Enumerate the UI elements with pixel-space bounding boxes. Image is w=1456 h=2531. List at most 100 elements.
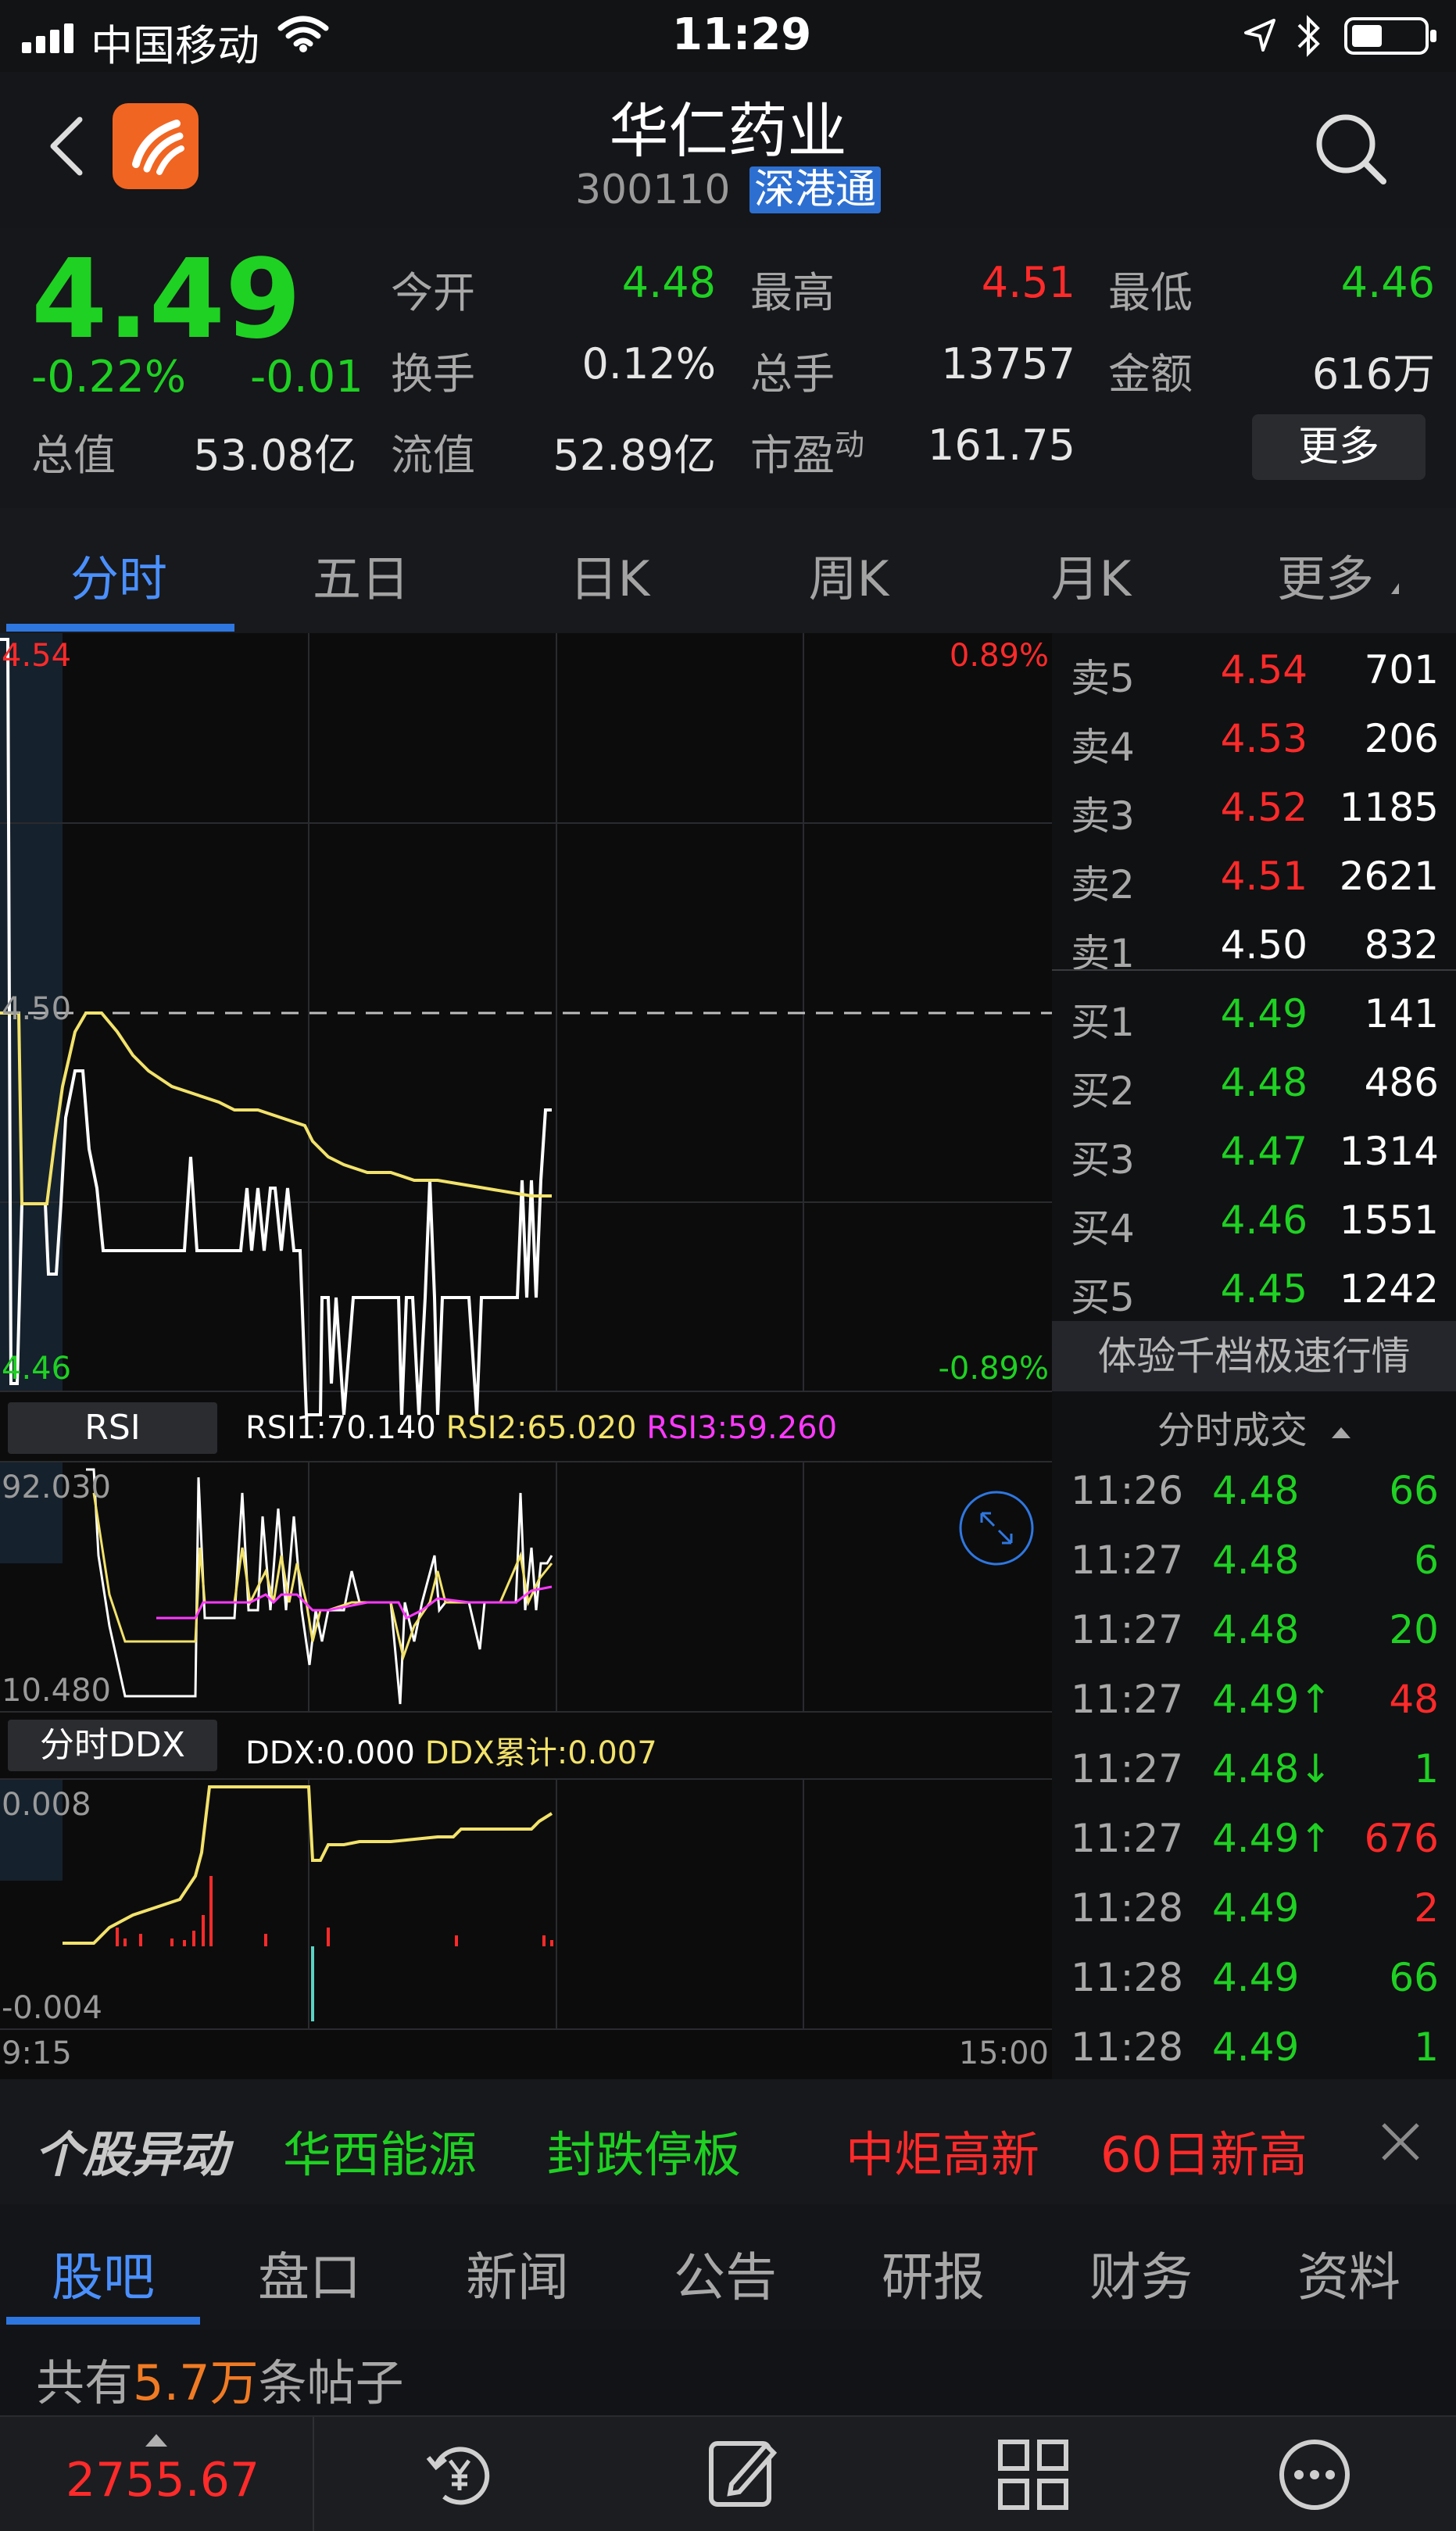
stock-alert-bar[interactable]: 个股异动 华西能源 封跌停板 中炬高新 60日新高 [0, 2079, 1456, 2204]
rsi3-value: RSI3:59.260 [646, 1410, 838, 1446]
bid-label: 买3 [1071, 1137, 1135, 1183]
tick-time: 11:28 [1071, 1955, 1184, 2000]
tab-orderbook[interactable]: 盘口 [258, 2236, 361, 2311]
mktcap-label: 总值 [31, 431, 116, 480]
bid-price: 4.49 [1220, 991, 1308, 1036]
tick-time: 11:27 [1071, 1607, 1184, 1652]
tab-announcements[interactable]: 公告 [674, 2236, 777, 2311]
rsi-axis-max: 92.030 [2, 1470, 111, 1505]
nav-more[interactable] [896, 2417, 1186, 2531]
average-line [0, 1011, 552, 1205]
ticks-title-text: 分时成交 [1157, 1409, 1308, 1452]
rsi1-line [86, 1468, 553, 1705]
bid-label: 买4 [1071, 1206, 1135, 1251]
battery-icon [1344, 16, 1438, 59]
ask-label: 卖2 [1071, 862, 1135, 908]
nav-index[interactable]: 2755.67 [0, 2417, 291, 2531]
tick-time: 11:26 [1071, 1468, 1184, 1513]
tab-forum[interactable]: 股吧 [52, 2236, 155, 2311]
alert-item[interactable]: 华西能源 [283, 2115, 477, 2186]
carrier-label: 中国移动 [91, 21, 259, 70]
bid-volume: 1242 [1339, 1266, 1439, 1312]
app-header: 华仁药业 300110 深港通 [0, 72, 1456, 228]
tick-row: 11:27 4.48↓ 1 [1052, 1734, 1456, 1803]
alert-title: 个股异动 [34, 2126, 229, 2183]
tab-profile[interactable]: 资料 [1297, 2236, 1401, 2311]
tick-price: 4.49 [1212, 1955, 1300, 2000]
tab-finance[interactable]: 财务 [1089, 2236, 1193, 2311]
grid-icon [998, 2440, 1068, 2510]
alert-item[interactable]: 中炬高新 [846, 2115, 1039, 2186]
promo-banner[interactable]: 体验千档极速行情 [1052, 1321, 1456, 1391]
ask-price: 4.52 [1220, 785, 1308, 830]
ask-volume: 206 [1364, 716, 1439, 761]
tick-price: 4.48 [1212, 1607, 1300, 1652]
ask-row: 卖2 4.51 2621 [1052, 839, 1456, 908]
bid-price: 4.47 [1220, 1129, 1308, 1174]
tab-weekly-k[interactable]: 周K [771, 539, 927, 610]
tab-more[interactable]: 更多 [1247, 539, 1404, 610]
ticks-title[interactable]: 分时成交 [1052, 1399, 1456, 1454]
tick-row: 11:27 4.48 6 [1052, 1525, 1456, 1595]
ask-volume: 832 [1364, 922, 1439, 968]
bid-price: 4.48 [1220, 1060, 1308, 1105]
tick-volume: 66 [1389, 1468, 1439, 1513]
tick-row: 11:28 4.49 2 [1052, 1873, 1456, 1942]
float-label: 流值 [391, 431, 475, 480]
nav-post[interactable] [605, 2417, 896, 2531]
tick-volume: 1 [1414, 1746, 1439, 1792]
yen-cycle-icon [426, 2447, 490, 2505]
quote-panel: 4.49 -0.22% -0.01 总值 53.08亿 今开 4.48 换手 0… [0, 228, 1456, 508]
location-icon [1243, 17, 1277, 56]
tick-volume: 2 [1414, 1885, 1439, 1931]
tick-price: 4.49 [1212, 1885, 1300, 1931]
bid-row: 买2 4.48 486 [1052, 1046, 1456, 1115]
bid-volume: 486 [1364, 1060, 1439, 1105]
intraday-chart[interactable]: 4.54 4.50 4.46 0.89% -0.89% RSI RSI1:70.… [0, 633, 1052, 2079]
tab-five-day[interactable]: 五日 [283, 539, 439, 610]
post-count-prefix: 共有 [36, 2354, 134, 2411]
close-icon[interactable] [1379, 2120, 1422, 2167]
bid-volume: 1314 [1339, 1129, 1439, 1174]
bid-volume: 1551 [1339, 1197, 1439, 1243]
ddx-indicator-button[interactable]: 分时DDX [8, 1720, 217, 1771]
order-book: 卖5 4.54 701 卖4 4.53 206 卖3 4.52 1185 卖2 … [1052, 633, 1456, 2079]
bid-label: 买5 [1071, 1275, 1135, 1320]
nav-settings[interactable] [1186, 2417, 1456, 2531]
tab-intraday[interactable]: 分时 [41, 539, 197, 610]
tick-price: 4.48 [1212, 1538, 1300, 1583]
pe-label-sup: 动 [835, 428, 865, 462]
tab-research[interactable]: 研报 [882, 2236, 985, 2311]
time-axis-end: 15:00 [958, 2035, 1049, 2071]
ask-price: 4.54 [1220, 647, 1308, 693]
tick-time: 11:28 [1071, 2024, 1184, 2070]
alert-item[interactable]: 60日新高 [1100, 2115, 1308, 2186]
open-value: 4.48 [621, 258, 716, 307]
tab-daily-k[interactable]: 日K [531, 539, 688, 610]
more-button[interactable]: 更多 [1252, 414, 1426, 480]
rsi1-value: RSI1:70.140 [245, 1410, 436, 1446]
bid-price: 4.46 [1220, 1197, 1308, 1243]
caret-up-icon [145, 2434, 167, 2447]
nav-trade[interactable] [313, 2417, 603, 2531]
bid-row: 买5 4.45 1242 [1052, 1252, 1456, 1321]
volume-value: 13757 [941, 339, 1075, 388]
tick-row: 11:27 4.49↑ 676 [1052, 1803, 1456, 1873]
ask-volume: 1185 [1339, 785, 1439, 830]
pe-label-text: 市盈 [750, 431, 835, 480]
rsi-axis-min: 10.480 [2, 1673, 111, 1709]
expand-icon[interactable] [958, 1490, 1035, 1566]
tab-monthly-k[interactable]: 月K [1013, 539, 1169, 610]
tab-news[interactable]: 新闻 [466, 2236, 569, 2311]
search-icon[interactable] [1313, 111, 1391, 192]
tick-time: 11:28 [1071, 1885, 1184, 1931]
volume-label: 总手 [750, 349, 835, 399]
alert-item[interactable]: 封跌停板 [547, 2115, 741, 2186]
price-axis-min: 4.46 [2, 1351, 72, 1387]
rsi-indicator-button[interactable]: RSI [8, 1402, 217, 1454]
low-value: 4.46 [1340, 258, 1435, 307]
wifi-icon [277, 14, 329, 56]
caret-up-icon [1332, 1427, 1351, 1438]
high-label: 最高 [750, 268, 835, 317]
tick-row: 11:27 4.49↑ 48 [1052, 1664, 1456, 1734]
